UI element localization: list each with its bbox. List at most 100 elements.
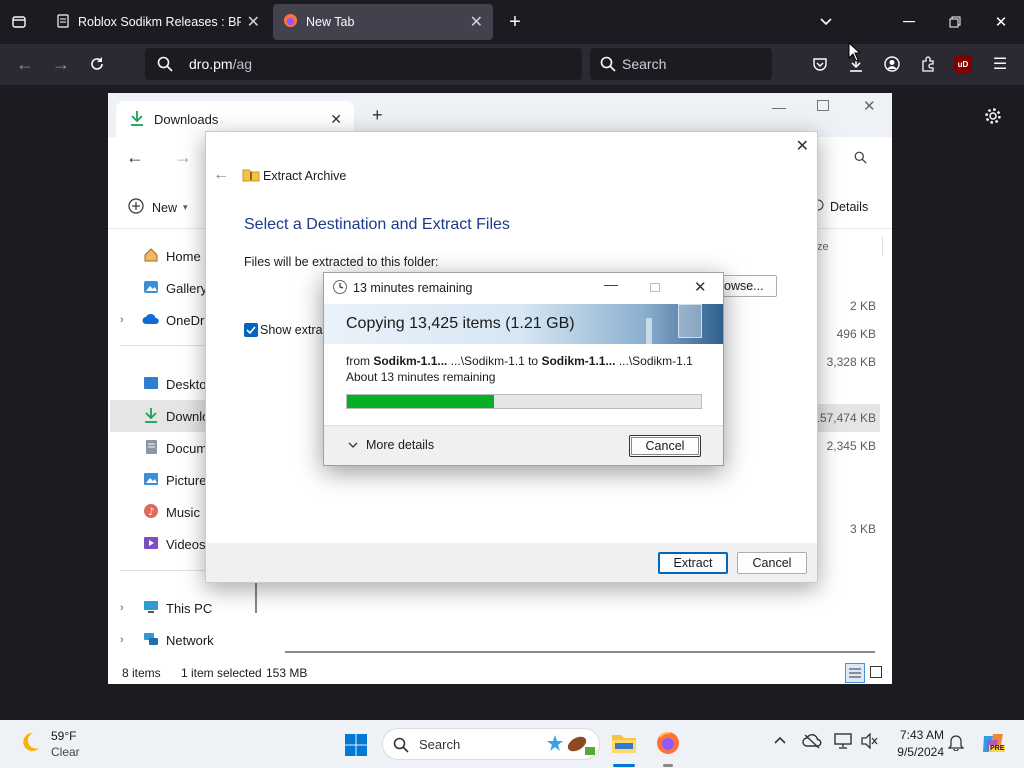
pictures-icon [142, 472, 160, 489]
explorer-tab-title: Downloads [154, 111, 219, 127]
weather-moon-icon[interactable] [18, 730, 42, 757]
back-arrow-icon[interactable]: ← [213, 166, 229, 184]
new-button[interactable]: New ▾ [128, 198, 188, 217]
firefox-taskbar-icon[interactable] [656, 731, 680, 758]
size-column-header[interactable]: ze [817, 241, 829, 253]
show-files-checkbox[interactable] [244, 323, 258, 337]
nav-label: Gallery [166, 280, 208, 296]
more-details-label: More details [366, 438, 435, 452]
browser-tab-bar: Roblox Sodikm Releases : BRAV ✕ New Tab … [0, 0, 1024, 44]
search-icon [157, 56, 173, 75]
close-tab-icon[interactable]: ✕ [247, 12, 260, 32]
document-icon [142, 439, 160, 458]
windows-start-icon[interactable] [344, 733, 368, 760]
new-tab-plus-icon[interactable]: + [372, 105, 383, 126]
url-bar[interactable]: dro.pm/ag [145, 48, 582, 80]
clock-time[interactable]: 7:43 AM [886, 728, 944, 742]
tab-new-tab[interactable]: New Tab ✕ [273, 4, 493, 40]
weather-temperature[interactable]: 59°F [51, 729, 76, 743]
restore-icon[interactable] [944, 12, 966, 32]
maximize-icon[interactable] [817, 100, 829, 111]
gallery-icon [142, 279, 160, 298]
selection-size: 153 MB [266, 666, 308, 680]
cancel-copy-button[interactable]: Cancel [629, 435, 701, 457]
minimize-icon[interactable]: — [604, 276, 618, 292]
taskbar-search-label: Search [419, 736, 461, 752]
close-window-icon[interactable]: ✕ [863, 97, 876, 115]
plus-circle-icon [128, 198, 144, 217]
horizontal-scrollbar[interactable] [285, 651, 875, 653]
back-arrow-icon[interactable]: ← [126, 147, 144, 168]
copy-dialog-title: 13 minutes remaining [353, 281, 473, 295]
reload-icon[interactable] [86, 54, 108, 74]
ublock-origin-icon[interactable]: uD [954, 55, 972, 73]
copy-dialog-footer: More details Cancel [324, 425, 723, 465]
close-tab-icon[interactable]: ✕ [470, 12, 483, 32]
copilot-pre-badge: PRE [989, 745, 1006, 752]
pocket-icon[interactable] [809, 54, 831, 74]
minimize-icon[interactable] [898, 12, 920, 32]
nav-label: Network [166, 632, 214, 648]
tab-roblox-releases[interactable]: Roblox Sodikm Releases : BRAV ✕ [46, 4, 270, 40]
file-size: 2 KB [849, 299, 876, 313]
network-icon [142, 632, 160, 649]
nav-label: Home [166, 248, 201, 264]
notification-bell-icon[interactable] [947, 733, 965, 754]
list-all-tabs-icon[interactable] [8, 12, 30, 32]
to-word: to [528, 354, 539, 368]
new-tab-plus-icon[interactable]: + [504, 10, 526, 34]
chevron-right-icon[interactable]: › [120, 314, 124, 326]
display-icon[interactable] [834, 733, 852, 752]
cancel-button[interactable]: Cancel [737, 552, 807, 574]
forward-arrow-icon[interactable]: → [50, 54, 72, 74]
chevron-right-icon[interactable]: › [120, 634, 124, 646]
search-placeholder: Search [622, 56, 667, 72]
search-icon[interactable] [854, 151, 867, 167]
details-view-icon[interactable] [845, 663, 865, 683]
close-window-icon[interactable]: ✕ [990, 12, 1012, 32]
clock-date[interactable]: 9/5/2024 [886, 745, 944, 759]
search-icon [393, 737, 409, 756]
nav-item-network[interactable]: › Network [110, 624, 266, 656]
close-dialog-icon[interactable]: ✕ [694, 278, 707, 296]
account-icon[interactable] [881, 54, 903, 74]
extract-button[interactable]: Extract [658, 552, 728, 574]
back-arrow-icon[interactable]: ← [14, 54, 36, 74]
browse-button[interactable]: owse... [719, 275, 777, 297]
forward-arrow-icon[interactable]: → [174, 147, 192, 168]
settings-gear-icon[interactable] [982, 105, 1004, 127]
home-icon [142, 247, 160, 266]
details-label: Details [830, 199, 869, 214]
close-tab-icon[interactable]: ✕ [330, 111, 342, 128]
chevron-up-icon[interactable] [773, 734, 787, 748]
extensions-icon[interactable] [917, 54, 939, 74]
download-icon [142, 407, 160, 426]
hamburger-menu-icon[interactable]: ☰ [989, 54, 1011, 74]
minimize-icon[interactable]: — [772, 99, 786, 115]
firefox-icon [283, 13, 298, 31]
search-bar[interactable]: Search [590, 48, 772, 80]
nav-item-this-pc[interactable]: › This PC [110, 592, 266, 624]
close-dialog-icon[interactable]: ✕ [796, 136, 809, 156]
search-icon [600, 56, 616, 75]
windows-taskbar: 59°F Clear Search 7:43 AM 9/5/2024 PRE [0, 720, 1024, 768]
file-size: 2,345 KB [826, 439, 876, 453]
copilot-icon[interactable]: PRE [980, 730, 1006, 756]
ublock-badge: uD [957, 59, 969, 69]
onedrive-offline-icon[interactable] [802, 733, 822, 752]
details-button[interactable]: Details [812, 199, 868, 214]
weather-condition[interactable]: Clear [51, 745, 80, 759]
mouse-cursor-icon [848, 41, 862, 65]
destination-path: ...\Sodikm-1.1 [618, 354, 693, 368]
videos-icon [142, 536, 160, 553]
taskbar-search-box[interactable]: Search [382, 728, 600, 760]
chevron-down-icon[interactable] [816, 12, 836, 32]
status-bar: 8 items 1 item selected 153 MB [108, 663, 892, 684]
file-explorer-taskbar-icon[interactable] [611, 731, 637, 758]
chevron-right-icon[interactable]: › [120, 602, 124, 614]
new-label: New [152, 200, 178, 215]
tiles-view-icon[interactable] [870, 666, 882, 678]
speaker-muted-icon[interactable] [860, 732, 878, 752]
more-details-toggle[interactable]: More details [348, 438, 434, 452]
tab-title: New Tab [306, 15, 355, 29]
